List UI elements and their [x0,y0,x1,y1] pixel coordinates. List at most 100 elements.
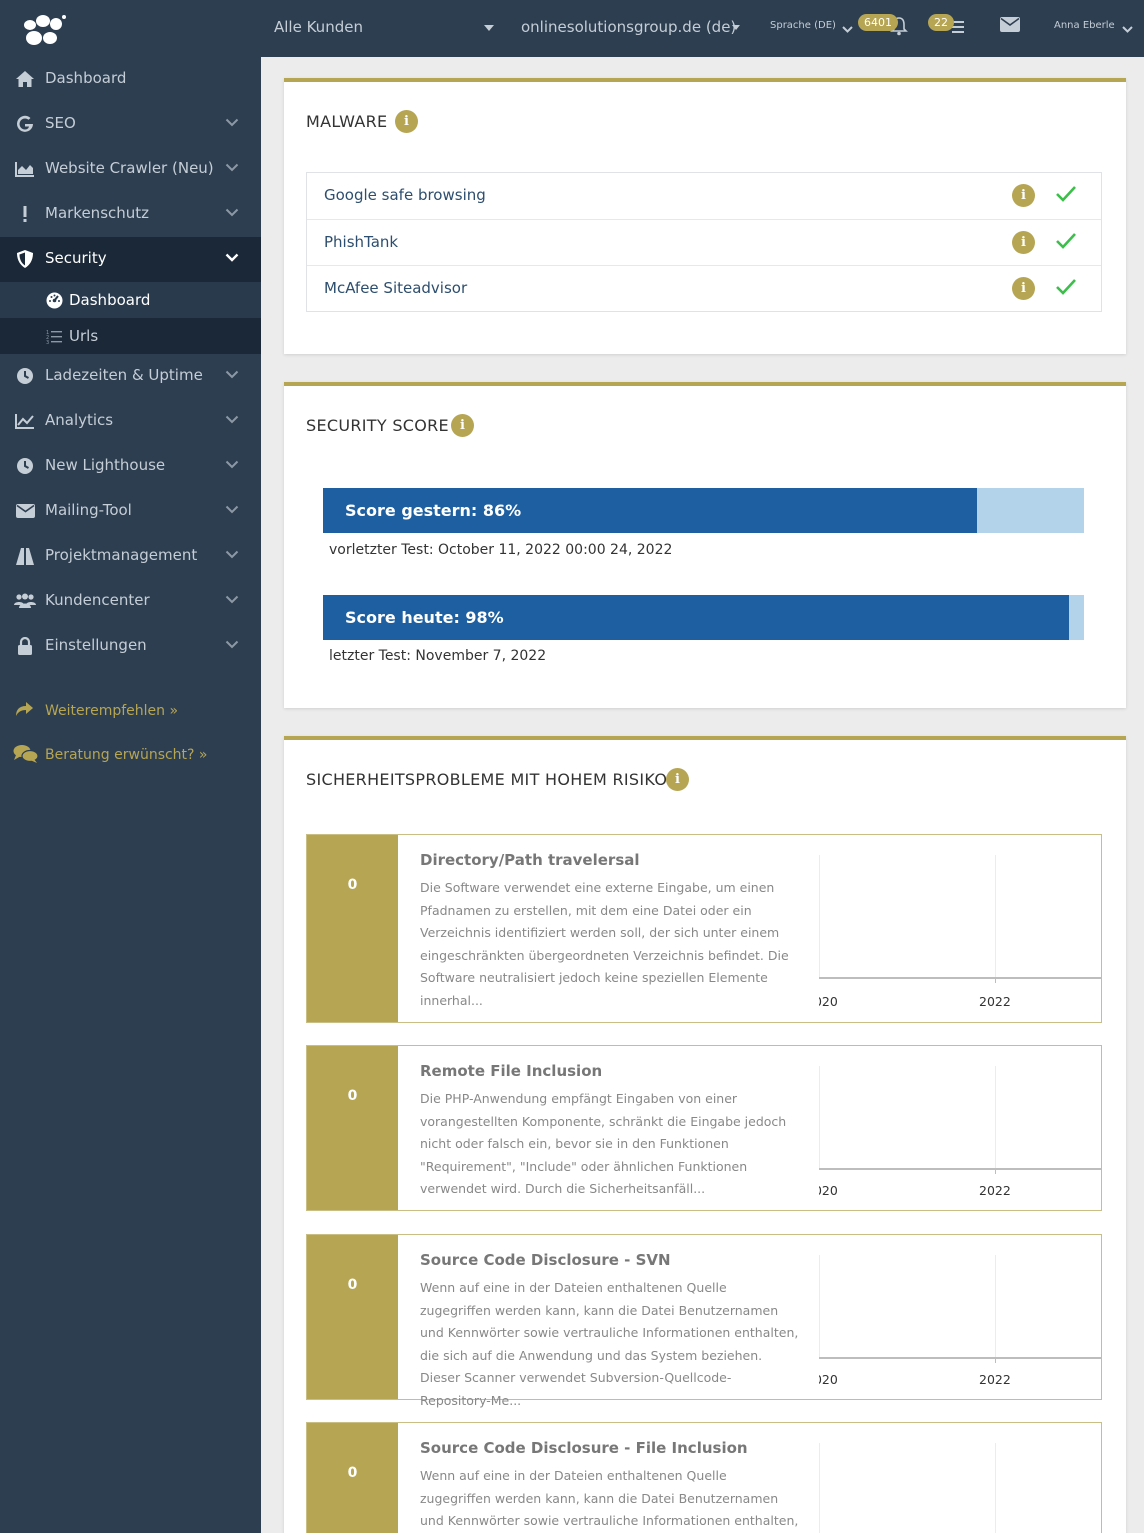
area-chart-icon [14,158,36,180]
road-icon [14,545,36,567]
risk-title: Source Code Disclosure - File Inclusion [420,1439,748,1457]
domain-select-caret-icon[interactable] [732,25,740,30]
notifications-badge[interactable]: 6401 [858,14,898,31]
gauge-icon [45,291,63,309]
chevron-down-icon [225,163,239,172]
risk-item-source-code-file-inclusion[interactable]: 0 Source Code Disclosure - File Inclusio… [306,1422,1102,1533]
svg-text:3: 3 [46,340,49,344]
list-item: Google safe browsing i [307,173,1101,219]
sidebar-item-projektmanagement[interactable]: Projektmanagement [0,534,261,579]
malware-check-name: Google safe browsing [324,186,486,204]
sidebar: Dashboard SEO Website Crawler (Neu) Mark… [0,57,261,1533]
sidebar-item-markenschutz[interactable]: Markenschutz [0,192,261,237]
axis-label: 2020 [806,994,838,1009]
check-icon [1056,233,1076,249]
sidebar-item-label: Ladezeiten & Uptime [45,366,203,384]
sidebar-subitem-security-dashboard[interactable]: Dashboard [0,282,261,318]
top-bar: Alle Kunden onlinesolutionsgroup.de (de)… [0,0,1144,57]
lock-icon [14,635,36,657]
info-icon[interactable]: i [1012,231,1035,254]
score-yesterday-bar: Score gestern: 86% [323,488,1084,533]
risk-item-source-code-svn[interactable]: 0 Source Code Disclosure - SVN Wenn auf … [306,1234,1102,1408]
info-icon[interactable]: i [451,414,474,437]
risk-description: Wenn auf eine in der Dateien enthaltenen… [420,1280,799,1408]
risk-item-remote-file-inclusion[interactable]: 0 Remote File Inclusion Die PHP-Anwendun… [306,1045,1102,1211]
risk-description: Die PHP-Anwendung empfängt Eingaben von … [420,1091,787,1196]
check-icon [1056,186,1076,202]
list-ol-icon: 123 [45,327,63,345]
list-item: PhishTank i [307,219,1101,265]
risk-item-directory-traversal[interactable]: 0 Directory/Path travelersal Die Softwar… [306,834,1102,1023]
chevron-down-icon [225,415,239,424]
sidebar-item-label: New Lighthouse [45,456,166,474]
sidebar-item-label: Kundencenter [45,591,150,609]
list-item: McAfee Siteadvisor i [307,265,1101,311]
chevron-down-icon [225,595,239,604]
malware-list: Google safe browsing i PhishTank i McAfe… [306,172,1102,312]
info-icon[interactable]: i [1012,184,1035,207]
chevron-down-icon [225,640,239,649]
sidebar-item-new-lighthouse[interactable]: New Lighthouse [0,444,261,489]
security-score-card: SECURITY SCORE i Score gestern: 86% vorl… [284,382,1126,708]
axis-label: 2020 [806,1372,838,1387]
risk-description: Die Software verwendet eine externe Eing… [420,880,789,1008]
customer-select[interactable]: Alle Kunden [274,18,363,36]
envelope-icon[interactable] [1000,17,1020,32]
share-arrow-icon [16,702,33,716]
domain-select[interactable]: onlinesolutionsgroup.de (de) [521,18,736,36]
sidebar-item-security[interactable]: Security [0,237,261,282]
sidebar-item-einstellungen[interactable]: Einstellungen [0,624,261,669]
risk-count: 0 [307,1235,398,1399]
sidebar-item-label: Projektmanagement [45,546,198,564]
score-today-label: Score heute: 98% [345,608,504,627]
risk-title: Directory/Path travelersal [420,851,640,869]
chevron-down-icon [225,253,239,262]
exclamation-icon [14,203,36,225]
logo-icon[interactable] [18,12,68,50]
shield-icon [14,248,36,270]
sidebar-item-label: Security [45,249,107,267]
chevron-down-icon [225,505,239,514]
consult-link[interactable]: Beratung erwünscht? » [0,741,261,771]
sidebar-item-label: SEO [45,114,76,132]
envelope-icon [14,500,36,522]
customer-select-caret-icon[interactable] [484,25,494,31]
chevron-down-icon [225,550,239,559]
comments-icon [13,745,39,763]
info-icon[interactable]: i [1012,277,1035,300]
info-icon[interactable]: i [666,768,689,791]
sidebar-item-label: Analytics [45,411,114,429]
sidebar-item-kundencenter[interactable]: Kundencenter [0,579,261,624]
chevron-down-icon [225,118,239,127]
google-icon [14,113,36,135]
axis-label: 2022 [979,1372,1011,1387]
risk-description: Wenn auf eine in der Dateien enthaltenen… [420,1468,799,1528]
high-risk-title: SICHERHEITSPROBLEME MIT HOHEM RISIKO [306,770,668,789]
sidebar-item-ladezeiten[interactable]: Ladezeiten & Uptime [0,354,261,399]
language-select[interactable]: Sprache (DE) [770,20,836,31]
recommend-label: Weiterempfehlen » [45,703,179,719]
line-chart-icon [14,410,36,432]
home-icon [14,68,36,90]
tasks-badge[interactable]: 22 [928,14,954,31]
sidebar-item-mailing-tool[interactable]: Mailing-Tool [0,489,261,534]
chevron-down-icon[interactable] [1122,26,1133,33]
user-menu[interactable]: Anna Eberle [1054,20,1115,31]
sidebar-subitem-label: Dashboard [69,291,151,309]
sidebar-item-label: Einstellungen [45,636,147,654]
clock-icon [14,455,36,477]
sidebar-item-seo[interactable]: SEO [0,102,261,147]
sidebar-item-analytics[interactable]: Analytics [0,399,261,444]
info-icon[interactable]: i [395,110,418,133]
risk-title: Remote File Inclusion [420,1062,603,1080]
chevron-down-icon [225,370,239,379]
sidebar-subitem-security-urls[interactable]: 123 Urls [0,318,261,354]
sidebar-item-website-crawler[interactable]: Website Crawler (Neu) [0,147,261,192]
recommend-link[interactable]: Weiterempfehlen » [0,697,261,727]
score-today-bar: Score heute: 98% [323,595,1084,640]
score-yesterday-note: vorletzter Test: October 11, 2022 00:00 … [329,542,673,558]
clock-icon [14,365,36,387]
sidebar-item-label: Dashboard [45,69,127,87]
chevron-down-icon[interactable] [842,26,853,33]
sidebar-item-dashboard[interactable]: Dashboard [0,57,261,102]
